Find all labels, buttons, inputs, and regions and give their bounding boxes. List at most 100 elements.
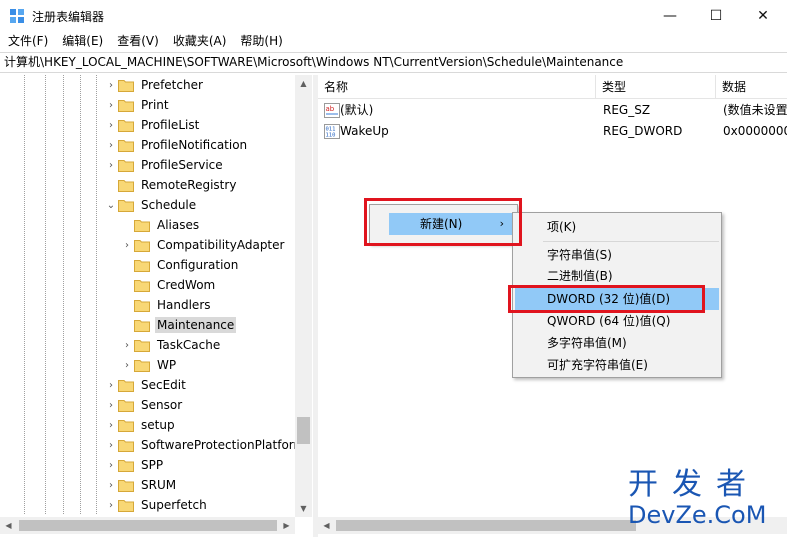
address-path: 计算机\HKEY_LOCAL_MACHINE\SOFTWARE\Microsof… — [4, 55, 624, 69]
expand-chevron-icon[interactable]: › — [104, 440, 118, 451]
tree-item[interactable]: › Prefetcher — [104, 75, 205, 95]
expand-chevron-icon[interactable]: › — [104, 400, 118, 411]
expand-chevron-icon[interactable]: › — [104, 380, 118, 391]
key-tree-pane: › Prefetcher › Print › ProfileList › ProfileNot… — [0, 75, 313, 537]
tree-item-label: setup — [141, 418, 175, 432]
expand-chevron-icon[interactable]: › — [104, 500, 118, 511]
menu-item-multi-string-value[interactable]: 多字符串值(M) — [515, 332, 719, 354]
scroll-left-arrow-icon[interactable]: ◀ — [318, 517, 335, 534]
folder-icon — [118, 179, 134, 192]
column-header-type[interactable]: 类型 — [596, 75, 716, 99]
tree-item-label: SoftwareProtectionPlatform — [141, 438, 306, 452]
tree-item[interactable]: › Superfetch — [104, 495, 209, 515]
folder-icon — [118, 459, 134, 472]
string-value-icon: ab — [324, 103, 340, 118]
collapse-chevron-icon[interactable]: ⌄ — [104, 200, 118, 211]
annotation-highlight-new — [364, 198, 522, 246]
tree-item[interactable]: › SPP — [104, 455, 165, 475]
close-button[interactable]: ✕ — [740, 0, 786, 31]
expand-chevron-icon[interactable]: › — [104, 140, 118, 151]
menu-item-binary-value[interactable]: 二进制值(B) — [515, 265, 719, 287]
scroll-up-arrow-icon[interactable]: ▲ — [295, 75, 312, 92]
expand-chevron-icon[interactable]: › — [104, 420, 118, 431]
tree-item[interactable]: ⌄ Schedule — [104, 195, 198, 215]
expand-chevron-icon[interactable]: › — [120, 340, 134, 351]
title-bar: 注册表编辑器 — ☐ ✕ — [0, 0, 787, 31]
tree-item-label: Aliases — [157, 218, 200, 232]
tree-item[interactable]: Aliases — [120, 215, 201, 235]
expand-chevron-icon[interactable]: › — [104, 80, 118, 91]
menu-view[interactable]: 查看(V) — [109, 31, 165, 51]
value-row[interactable]: 011 110 WakeUp REG_DWORD 0x0000000 — [318, 121, 787, 142]
tree-item-label: SRUM — [141, 478, 177, 492]
tree-item[interactable]: › TaskCache — [120, 335, 222, 355]
maximize-icon: ☐ — [709, 7, 723, 24]
folder-icon — [134, 219, 150, 232]
expand-chevron-icon[interactable]: › — [120, 240, 134, 251]
tree-item[interactable]: › Sensor — [104, 395, 184, 415]
menu-item-key[interactable]: 项(K) — [515, 216, 719, 238]
tree-item[interactable]: › SoftwareProtectionPlatform — [104, 435, 307, 455]
value-data: (数值未设置 — [723, 103, 787, 117]
tree-hscroll-thumb[interactable] — [19, 520, 277, 531]
watermark: 开发者 DevZe.CoM — [628, 469, 784, 531]
column-header-data[interactable]: 数据 — [716, 75, 787, 99]
tree-horizontal-scrollbar[interactable]: ◀ ▶ — [0, 517, 295, 534]
menu-favorites[interactable]: 收藏夹(A) — [165, 31, 233, 51]
column-header-name[interactable]: 名称 — [318, 75, 596, 99]
folder-icon — [134, 319, 150, 332]
tree-vertical-scrollbar[interactable]: ▲ ▼ — [295, 75, 312, 517]
tree-item[interactable]: RemoteRegistry — [104, 175, 238, 195]
expand-chevron-icon[interactable]: › — [104, 120, 118, 131]
window-title: 注册表编辑器 — [32, 10, 105, 24]
tree-item-label: WP — [157, 358, 177, 372]
expand-chevron-icon[interactable]: › — [104, 100, 118, 111]
tree-item[interactable]: Handlers — [120, 295, 213, 315]
menu-help[interactable]: 帮助(H) — [232, 31, 288, 51]
maximize-button[interactable]: ☐ — [693, 0, 739, 31]
tree-item[interactable]: › CompatibilityAdapter — [120, 235, 286, 255]
tree-item-label: ProfileNotification — [141, 138, 248, 152]
tree-item-label: Prefetcher — [141, 78, 203, 92]
tree-item[interactable]: CredWom — [120, 275, 217, 295]
expand-chevron-icon[interactable]: › — [104, 460, 118, 471]
expand-chevron-icon[interactable]: › — [120, 360, 134, 371]
menu-edit[interactable]: 编辑(E) — [54, 31, 109, 51]
scroll-right-arrow-icon[interactable]: ▶ — [278, 517, 295, 534]
close-icon: ✕ — [757, 7, 769, 24]
tree-item[interactable]: Maintenance — [120, 315, 237, 335]
svg-text:ab: ab — [326, 105, 335, 113]
value-name: WakeUp — [340, 124, 389, 138]
scroll-down-arrow-icon[interactable]: ▼ — [295, 500, 312, 517]
tree-scroll-thumb[interactable] — [297, 417, 310, 444]
minimize-icon: — — [663, 7, 677, 24]
expand-chevron-icon[interactable]: › — [104, 480, 118, 491]
tree-item-label: ProfileList — [141, 118, 200, 132]
list-hscroll-thumb[interactable] — [336, 520, 636, 531]
tree-item[interactable]: › ProfileList — [104, 115, 201, 135]
tree-item-label: TaskCache — [157, 338, 221, 352]
list-header: 名称 类型 数据 — [318, 75, 787, 99]
menu-file[interactable]: 文件(F) — [0, 31, 54, 51]
tree-item[interactable]: › Print — [104, 95, 171, 115]
tree-item[interactable]: › setup — [104, 415, 177, 435]
minimize-button[interactable]: — — [647, 0, 693, 31]
tree-item[interactable]: › SecEdit — [104, 375, 188, 395]
scroll-left-arrow-icon[interactable]: ◀ — [0, 517, 17, 534]
menu-item-expandable-string-value[interactable]: 可扩充字符串值(E) — [515, 354, 719, 376]
tree-item[interactable]: › SRUM — [104, 475, 178, 495]
address-bar[interactable]: 计算机\HKEY_LOCAL_MACHINE\SOFTWARE\Microsof… — [0, 52, 787, 73]
tree-item[interactable]: › WP — [120, 355, 178, 375]
tree-item-label: Print — [141, 98, 169, 112]
value-row[interactable]: ab (默认) REG_SZ (数值未设置 — [318, 100, 787, 121]
folder-icon — [118, 159, 134, 172]
tree-item[interactable]: › ProfileNotification — [104, 135, 249, 155]
tree-item-label: ProfileService — [141, 158, 223, 172]
tree-item[interactable]: › ProfileService — [104, 155, 225, 175]
folder-icon — [118, 79, 134, 92]
tree-item[interactable]: Configuration — [120, 255, 240, 275]
menu-item-string-value[interactable]: 字符串值(S) — [515, 244, 719, 266]
expand-chevron-icon[interactable]: › — [104, 160, 118, 171]
menu-item-qword-value[interactable]: QWORD (64 位)值(Q) — [515, 310, 719, 332]
folder-icon — [134, 299, 150, 312]
